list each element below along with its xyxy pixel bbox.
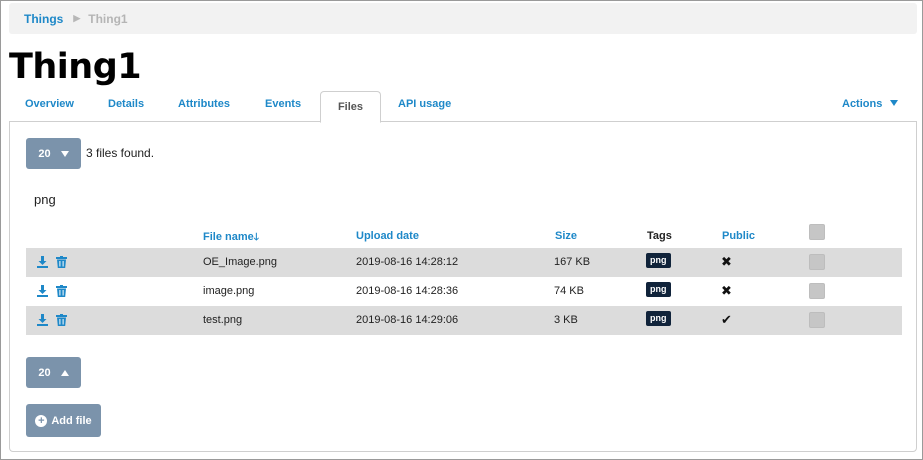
caret-down-icon: [60, 150, 69, 157]
row-checkbox[interactable]: [809, 283, 825, 299]
add-file-button[interactable]: + Add file: [26, 404, 101, 437]
actions-menu[interactable]: Actions: [842, 91, 899, 122]
page-size-dropdown-bottom[interactable]: 20: [26, 357, 81, 388]
file-name[interactable]: test.png: [203, 314, 242, 326]
upload-date: 2019-08-16 14:29:06: [356, 314, 459, 326]
breadcrumb: Things ▶ Thing1: [9, 3, 917, 34]
column-upload-date[interactable]: Upload date: [356, 230, 419, 242]
table-row: OE_Image.png 2019-08-16 14:28:12 167 KB …: [26, 248, 902, 277]
download-icon[interactable]: [36, 313, 48, 326]
breadcrumb-separator-icon: ▶: [73, 13, 81, 23]
tab-files[interactable]: Files: [320, 91, 381, 123]
table-header: File name🡓 Upload date Size Tags Public: [26, 224, 902, 248]
page-title: Thing1: [9, 47, 142, 87]
cross-icon: ✖: [721, 254, 732, 269]
file-size: 3 KB: [554, 314, 578, 326]
trash-icon[interactable]: [55, 313, 67, 326]
download-icon[interactable]: [36, 284, 48, 297]
app-frame: Things ▶ Thing1 Thing1 Overview Details …: [0, 0, 923, 460]
page-size-value: 20: [38, 366, 51, 379]
plus-circle-icon: +: [35, 414, 48, 427]
breadcrumb-thing1: Thing1: [88, 11, 128, 26]
upload-date: 2019-08-16 14:28:36: [356, 285, 459, 297]
actions-label: Actions: [842, 98, 883, 110]
tag-badge: png: [646, 282, 671, 297]
column-size[interactable]: Size: [555, 230, 577, 242]
upload-date: 2019-08-16 14:28:12: [356, 256, 459, 268]
tag-badge: png: [646, 311, 671, 326]
row-checkbox[interactable]: [809, 312, 825, 328]
column-file-name-label: File name: [203, 231, 254, 243]
trash-icon[interactable]: [55, 255, 67, 268]
check-icon: ✔: [721, 312, 732, 327]
page-size-dropdown-top[interactable]: 20: [26, 138, 81, 169]
select-all-checkbox[interactable]: [809, 224, 825, 240]
files-panel: 20 3 files found. png File name🡓 Upload …: [9, 121, 917, 452]
tab-api-usage[interactable]: API usage: [398, 91, 451, 122]
row-checkbox[interactable]: [809, 254, 825, 270]
add-file-label: Add file: [51, 414, 92, 427]
column-tags: Tags: [647, 230, 672, 242]
tab-attributes[interactable]: Attributes: [178, 91, 230, 122]
table-row: test.png 2019-08-16 14:29:06 3 KB png ✔: [26, 306, 902, 335]
tag-badge: png: [646, 253, 671, 268]
caret-up-icon: [60, 369, 69, 376]
caret-down-icon: [890, 100, 899, 107]
tab-bar: Overview Details Attributes Events Files…: [9, 91, 917, 123]
download-icon[interactable]: [36, 255, 48, 268]
tab-events[interactable]: Events: [265, 91, 301, 122]
trash-icon[interactable]: [55, 284, 67, 297]
table-row: image.png 2019-08-16 14:28:36 74 KB png …: [26, 277, 902, 306]
files-found-count: 3 files found.: [86, 146, 155, 160]
file-size: 167 KB: [554, 256, 591, 268]
breadcrumb-things[interactable]: Things: [24, 12, 63, 26]
arrow-down-icon: 🡓: [253, 232, 259, 243]
tab-overview[interactable]: Overview: [25, 91, 74, 122]
tag-filter-label: png: [34, 192, 56, 207]
page-size-value: 20: [38, 147, 51, 160]
file-name[interactable]: OE_Image.png: [203, 256, 277, 268]
tab-details[interactable]: Details: [108, 91, 144, 122]
file-name[interactable]: image.png: [203, 285, 254, 297]
cross-icon: ✖: [721, 283, 732, 298]
column-public[interactable]: Public: [722, 230, 755, 242]
column-file-name[interactable]: File name🡓: [203, 230, 259, 247]
file-size: 74 KB: [554, 285, 584, 297]
